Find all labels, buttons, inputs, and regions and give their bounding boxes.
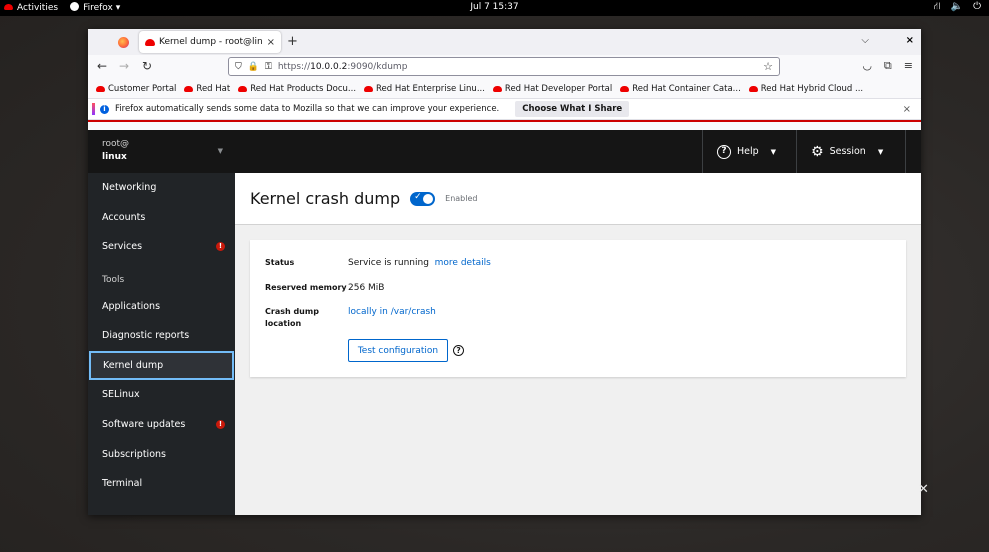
- host-switcher[interactable]: root@ linux ▼: [88, 130, 235, 173]
- new-tab-button[interactable]: +: [287, 34, 298, 49]
- help-icon[interactable]: ?: [453, 345, 464, 356]
- url-bar[interactable]: ⛉ 🔒 ⚿ https://10.0.0.2:9090/kdump ☆: [228, 57, 780, 76]
- sidebar-item-terminal[interactable]: Terminal: [88, 469, 235, 499]
- notification-close-icon[interactable]: ×: [903, 104, 911, 115]
- forward-icon[interactable]: →: [119, 59, 129, 73]
- sidebar: root@ linux ▼ Networking Accounts Servic…: [88, 130, 235, 515]
- sidebar-item-applications[interactable]: Applications: [88, 291, 235, 321]
- site-security-icon[interactable]: 🔒: [248, 62, 259, 72]
- clock[interactable]: Jul 7 15:37: [0, 2, 989, 12]
- reload-icon[interactable]: ↻: [142, 59, 152, 73]
- more-details-link[interactable]: more details: [435, 258, 491, 268]
- tab-bar: Kernel dump - root@linux × + ⌵ ×: [88, 29, 921, 55]
- crash-dump-location-link[interactable]: locally in /var/crash: [348, 306, 436, 318]
- session-menu-button[interactable]: ⚙ Session ▼: [796, 130, 906, 173]
- sidebar-item-kernel-dump[interactable]: Kernel dump: [89, 350, 234, 381]
- bookmark-star-icon[interactable]: ☆: [763, 60, 773, 73]
- system-tray[interactable]: ⛙ 🔈 ⏻: [934, 1, 981, 14]
- back-icon[interactable]: ←: [97, 59, 107, 73]
- volume-icon: 🔈: [950, 1, 964, 12]
- cockpit-top-accent: [88, 120, 921, 122]
- desktop-close-icon[interactable]: ✕: [918, 482, 929, 497]
- kdump-enable-toggle[interactable]: ✓: [410, 191, 436, 206]
- tracking-shield-icon[interactable]: ⛉: [235, 62, 242, 72]
- sidebar-item-services[interactable]: Services!: [88, 232, 235, 262]
- bookmark-item[interactable]: Red Hat Enterprise Linu...: [364, 84, 485, 94]
- redhat-favicon-icon: [364, 85, 374, 92]
- sidebar-item-subscriptions[interactable]: Subscriptions: [88, 439, 235, 469]
- caret-down-icon: ▼: [217, 147, 223, 155]
- sidebar-item-software-updates[interactable]: Software updates!: [88, 410, 235, 440]
- network-icon: ⛙: [933, 1, 941, 12]
- permissions-key-icon[interactable]: ⚿: [265, 62, 272, 72]
- kdump-settings-card: Status Service is running more details R…: [250, 240, 906, 377]
- gear-icon: ⚙: [811, 143, 824, 160]
- toggle-state-label: Enabled: [445, 194, 478, 203]
- firefox-view-icon[interactable]: [118, 37, 129, 48]
- redhat-favicon-icon: [145, 38, 155, 46]
- help-icon: ?: [717, 144, 731, 159]
- info-icon: i: [100, 104, 109, 114]
- bookmark-item[interactable]: Red Hat Container Cata...: [620, 84, 741, 94]
- menu-icon[interactable]: ≡: [904, 59, 913, 73]
- caret-down-icon: ▼: [770, 147, 777, 156]
- cockpit-app: root@ linux ▼ Networking Accounts Servic…: [88, 130, 921, 515]
- redhat-favicon-icon: [96, 85, 105, 92]
- navigation-toolbar: ← → ↻ ⛉ 🔒 ⚿ https://10.0.0.2:9090/kdump …: [88, 55, 921, 79]
- list-all-tabs-icon[interactable]: ⌵: [861, 35, 869, 46]
- bookmark-item[interactable]: Red Hat Hybrid Cloud ...: [748, 84, 863, 94]
- redhat-favicon-icon: [492, 85, 502, 92]
- test-configuration-button[interactable]: Test configuration: [348, 339, 448, 362]
- bookmark-item[interactable]: Red Hat Products Docu...: [238, 84, 356, 94]
- browser-window: Kernel dump - root@linux × + ⌵ × ← → ↻ ⛉…: [88, 29, 921, 515]
- reserved-memory-value: 256 MiB: [348, 283, 385, 293]
- sidebar-section-tools: Tools: [102, 275, 125, 286]
- bookmark-item[interactable]: Customer Portal: [96, 84, 176, 94]
- page-header: Kernel crash dump ✓ Enabled: [235, 173, 921, 225]
- error-icon: !: [216, 242, 225, 252]
- masthead: ? Help ▼ ⚙ Session ▼: [235, 130, 921, 173]
- choose-what-i-share-button[interactable]: Choose What I Share: [515, 101, 630, 117]
- system-top-bar: Activities Firefox ▾ Jul 7 15:37 ⛙ 🔈 ⏻: [0, 0, 989, 16]
- page-title: Kernel crash dump: [250, 189, 401, 208]
- check-icon: ✓: [414, 191, 422, 202]
- window-close-icon[interactable]: ×: [906, 35, 914, 46]
- help-menu-button[interactable]: ? Help ▼: [702, 130, 790, 173]
- tab-kernel-dump[interactable]: Kernel dump - root@linux ×: [139, 31, 281, 53]
- redhat-favicon-icon: [184, 85, 194, 92]
- redhat-favicon-icon: [748, 85, 758, 92]
- redhat-favicon-icon: [620, 85, 630, 92]
- tab-close-icon[interactable]: ×: [267, 37, 275, 48]
- telemetry-notification-bar: i Firefox automatically sends some data …: [88, 98, 921, 120]
- sidebar-item-networking[interactable]: Networking: [88, 173, 235, 203]
- bookmark-item[interactable]: Red Hat Developer Portal: [492, 84, 612, 94]
- main-content: Kernel crash dump ✓ Enabled Status Servi…: [235, 173, 921, 515]
- status-value: Service is running: [348, 258, 429, 268]
- bookmarks-toolbar: Customer Portal Red Hat Red Hat Products…: [88, 79, 921, 98]
- sidebar-item-selinux[interactable]: SELinux: [88, 380, 235, 410]
- bookmark-item[interactable]: Red Hat: [184, 84, 230, 94]
- sidebar-item-diagnostic-reports[interactable]: Diagnostic reports: [88, 321, 235, 351]
- error-icon: !: [216, 419, 225, 429]
- extensions-icon[interactable]: ⧉: [884, 59, 892, 73]
- sidebar-item-accounts[interactable]: Accounts: [88, 203, 235, 233]
- caret-down-icon: ▼: [877, 147, 884, 156]
- power-icon: ⏻: [973, 1, 981, 12]
- redhat-favicon-icon: [238, 85, 248, 92]
- pocket-icon[interactable]: ◡: [862, 59, 872, 73]
